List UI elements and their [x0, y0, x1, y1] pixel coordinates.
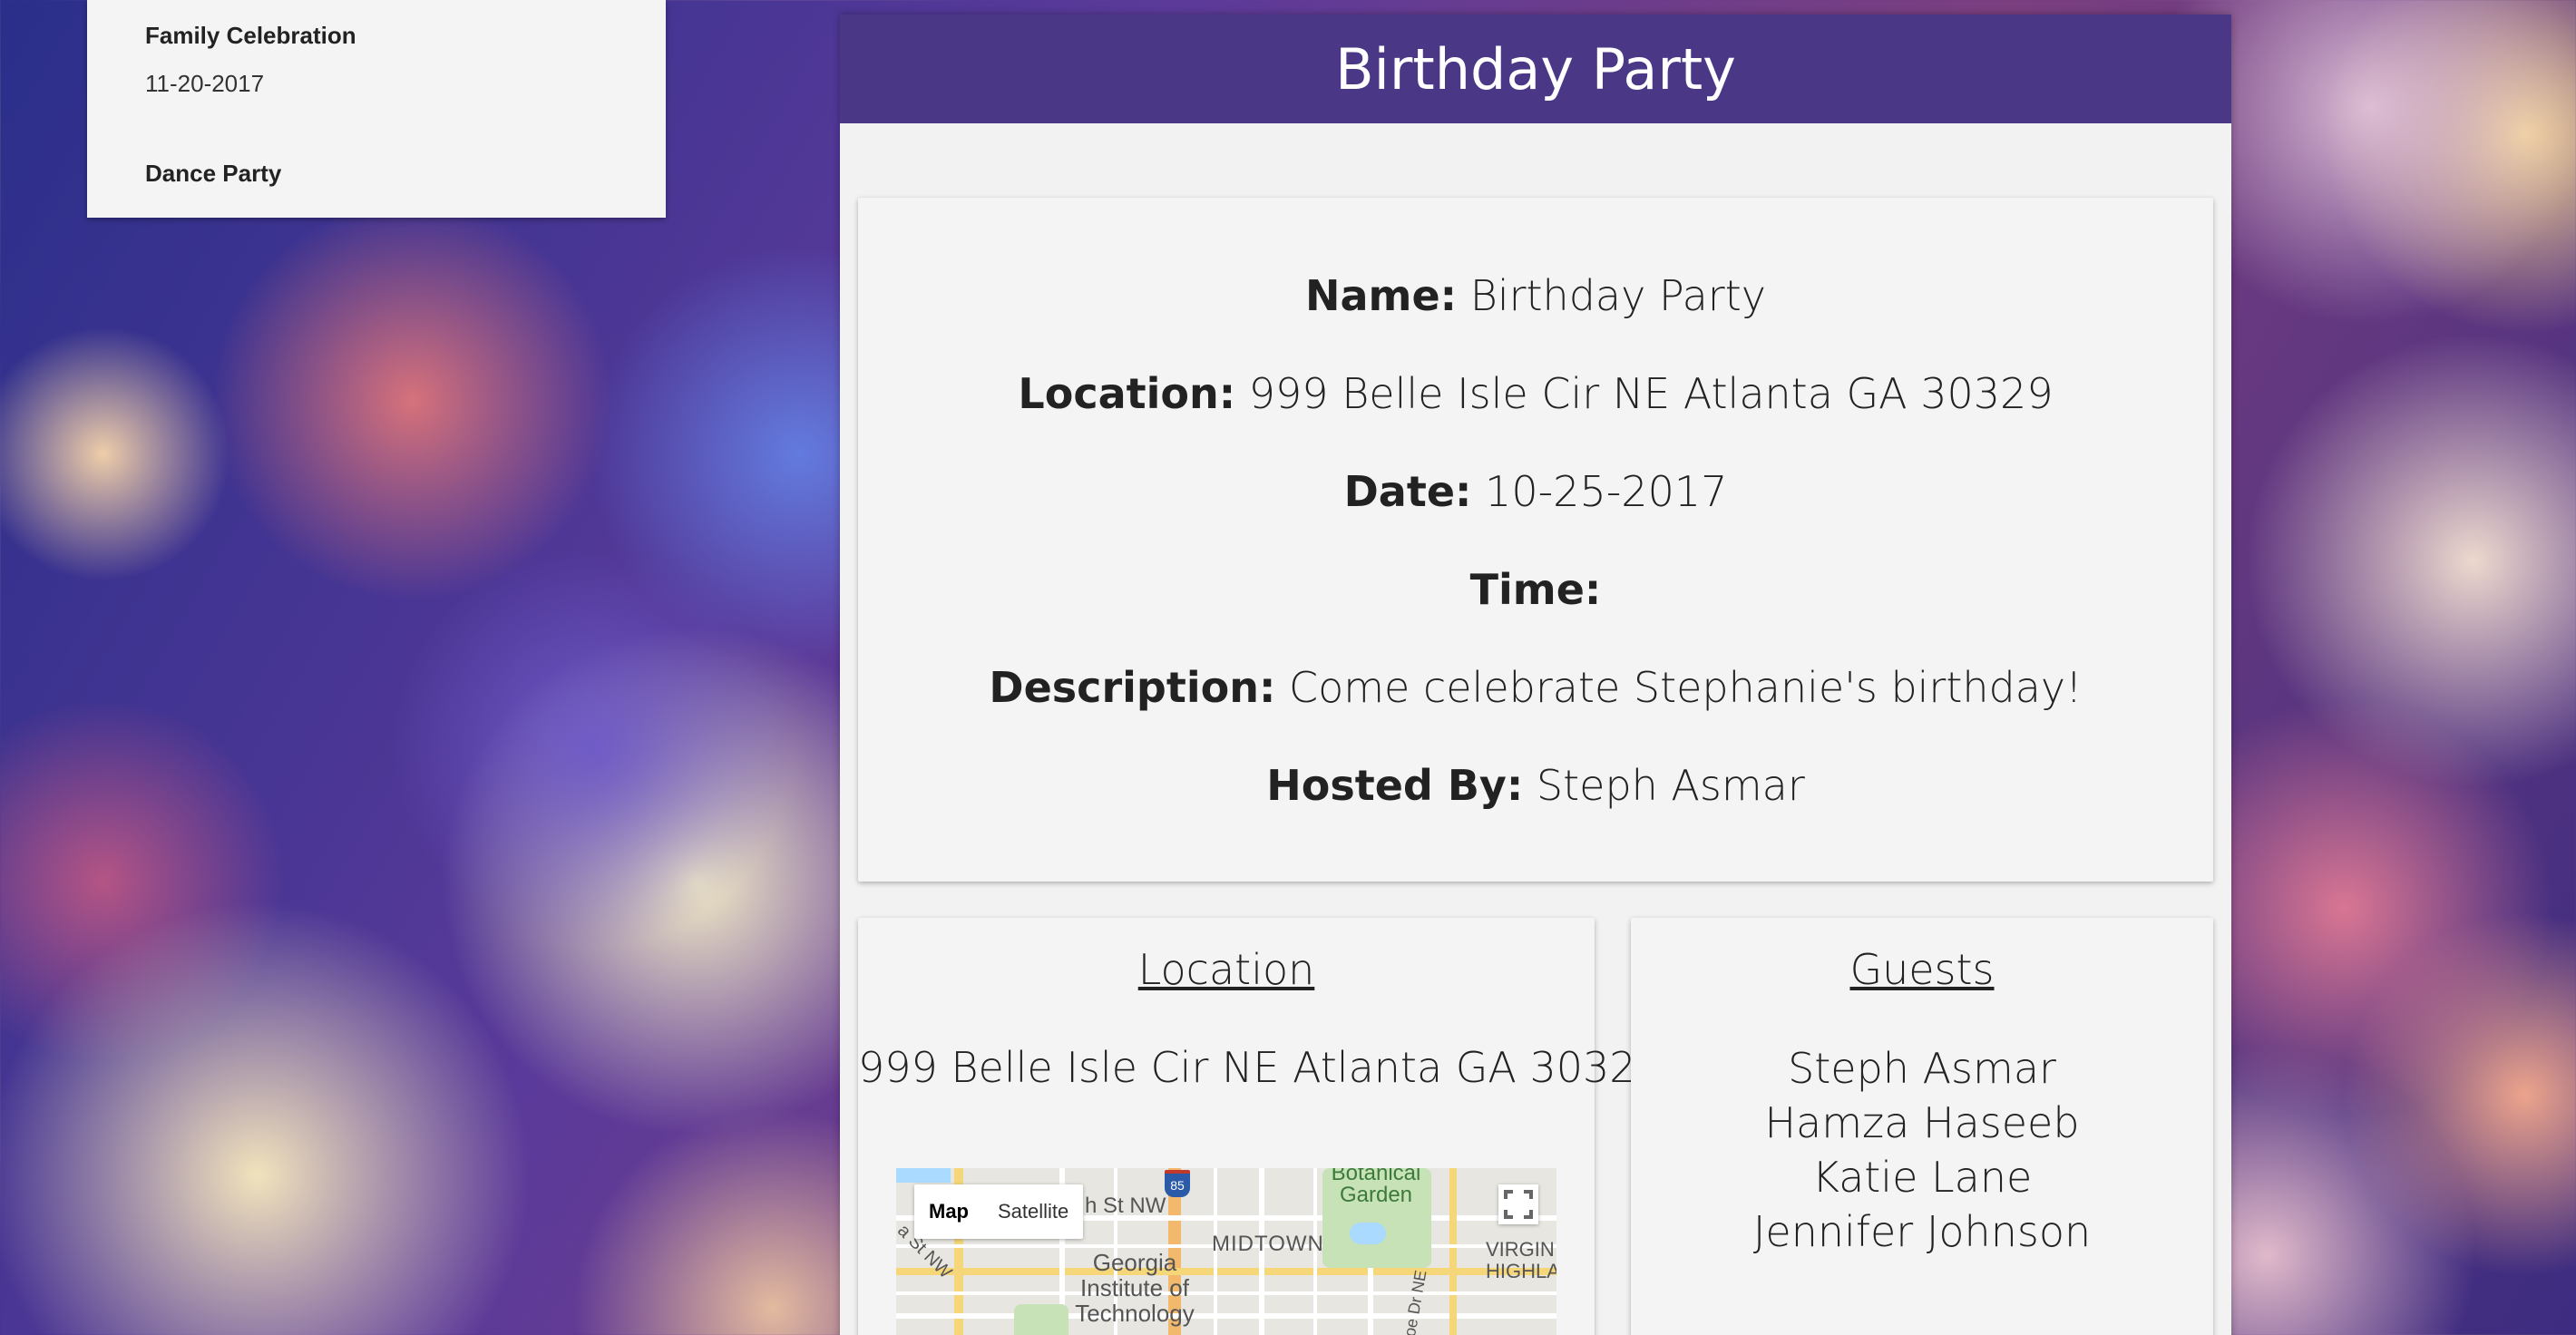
- detail-label: Hosted By:: [1266, 761, 1524, 810]
- detail-label: Date:: [1343, 467, 1472, 516]
- map-label: Georgia Institute of Technology: [1075, 1249, 1195, 1327]
- detail-value: 999 Belle Isle Cir NE Atlanta GA 30329: [1248, 369, 2054, 418]
- interstate-85-icon: 85: [1165, 1170, 1190, 1197]
- page-title: Birthday Party: [840, 15, 2231, 123]
- fullscreen-icon[interactable]: [1498, 1184, 1538, 1224]
- event-detail-panel: Birthday Party Name: Birthday Party Loca…: [840, 15, 2231, 1335]
- guest-name: Jennifer Johnson: [1752, 1207, 2092, 1256]
- map-label: h St NW: [1085, 1194, 1166, 1218]
- guest-list: Steph Asmar Hamza Haseeb Katie Lane Jenn…: [1631, 1041, 2213, 1259]
- map-type-toggle: Map Satellite: [914, 1184, 1084, 1239]
- detail-value: Steph Asmar: [1536, 761, 1805, 810]
- detail-value: Birthday Party: [1469, 271, 1766, 320]
- guests-card-title: Guests: [1849, 945, 1995, 994]
- map-label: MIDTOWN: [1212, 1232, 1324, 1256]
- detail-date: Date: 10-25-2017: [858, 443, 2213, 541]
- detail-location: Location: 999 Belle Isle Cir NE Atlanta …: [858, 345, 2213, 443]
- guest-name: Steph Asmar: [1788, 1044, 2056, 1093]
- detail-description: Description: Come celebrate Stephanie's …: [858, 638, 2213, 736]
- guest-name: Hamza Haseeb: [1764, 1098, 2080, 1147]
- detail-time: Time:: [858, 541, 2213, 638]
- detail-host: Hosted By: Steph Asmar: [858, 736, 2213, 834]
- detail-label: Description:: [989, 663, 1276, 712]
- event-date: 11-20-2017: [145, 70, 265, 97]
- map-label: VIRGIN HIGHLA: [1486, 1238, 1556, 1282]
- detail-label: Time:: [1469, 565, 1602, 614]
- events-list-card: Family Celebration 11-20-2017 Dance Part…: [87, 0, 666, 218]
- detail-label: Location:: [1018, 369, 1236, 418]
- location-map[interactable]: 85 h St NW a St NW Botanical Garden MIDT…: [896, 1168, 1556, 1335]
- list-item[interactable]: Family Celebration 11-20-2017: [87, 22, 666, 98]
- event-details-card: Name: Birthday Party Location: 999 Belle…: [858, 198, 2213, 882]
- location-address: 999 Belle Isle Cir NE Atlanta GA 30329: [858, 1043, 1663, 1092]
- location-card: Location 999 Belle Isle Cir NE Atlanta G…: [858, 918, 1663, 1335]
- detail-label: Name:: [1305, 271, 1458, 320]
- guests-card: Guests Steph Asmar Hamza Haseeb Katie La…: [1631, 918, 2213, 1335]
- satellite-button[interactable]: Satellite: [983, 1184, 1083, 1239]
- location-card-title: Location: [1137, 945, 1315, 994]
- detail-value: Come celebrate Stephanie's birthday!: [1288, 663, 2083, 712]
- list-item[interactable]: Dance Party: [87, 160, 666, 188]
- event-name[interactable]: Family Celebration: [145, 22, 666, 50]
- map-label: Botanical Garden: [1331, 1168, 1421, 1207]
- map-label: onroe Dr NE: [1396, 1269, 1430, 1335]
- event-name[interactable]: Dance Party: [145, 160, 666, 188]
- map-button[interactable]: Map: [914, 1184, 983, 1239]
- guest-name: Katie Lane: [1811, 1153, 2033, 1202]
- detail-value: 10-25-2017: [1485, 467, 1728, 516]
- detail-name: Name: Birthday Party: [858, 247, 2213, 345]
